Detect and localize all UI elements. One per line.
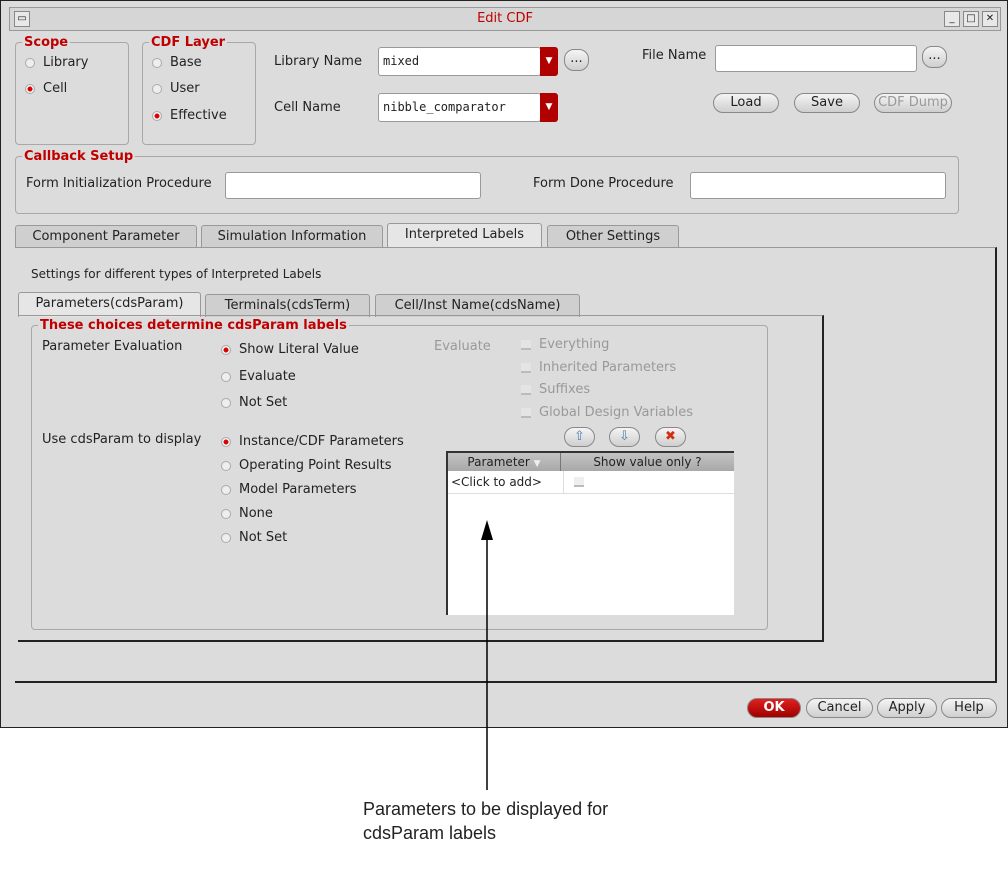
annotation-text: Parameters to be displayed for cdsParam l… <box>363 799 609 843</box>
annotation-arrow <box>481 520 493 790</box>
arrow-head-icon <box>481 520 493 540</box>
